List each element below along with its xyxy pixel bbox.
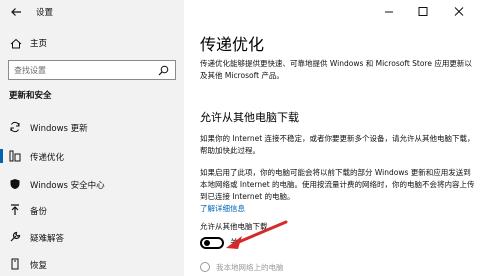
learn-more-link[interactable]: 了解详细信息 <box>200 203 245 214</box>
home-nav-item[interactable]: 主页 <box>0 33 184 53</box>
sidebar-item-label: 备份 <box>30 207 48 217</box>
subheading: 允许从其他电脑下载 <box>200 111 299 124</box>
description-text: 如果你的 Internet 连接不稳定，或者你要更新多个设备，请允许从其他电脑下… <box>200 134 475 155</box>
main-content: 传递优化 传递优化能够提供更快速、可靠地提供 Windows 和 Microso… <box>184 0 480 276</box>
radio-label: 我本地网络上的电脑 <box>216 263 284 272</box>
title-bar: 设置 <box>0 0 184 24</box>
local-network-radio[interactable] <box>200 262 210 272</box>
sidebar-item-windows-security[interactable]: Windows 安全中心 <box>0 172 184 196</box>
sidebar-item-label: 疑难解答 <box>30 234 65 244</box>
back-arrow-icon[interactable] <box>10 6 22 18</box>
maximize-icon[interactable] <box>408 4 438 20</box>
sidebar-item-backup[interactable]: 备份 <box>0 198 184 222</box>
search-placeholder: 查找设置 <box>14 66 46 75</box>
sidebar-item-recovery[interactable]: 恢复 <box>0 252 184 276</box>
page-title: 传递优化 <box>200 35 265 54</box>
sidebar-item-label: 传递优化 <box>30 153 65 163</box>
minimize-icon[interactable] <box>374 4 404 20</box>
window-title: 设置 <box>36 8 54 18</box>
sidebar-item-troubleshoot[interactable]: 疑难解答 <box>0 225 184 249</box>
sidebar-item-label: 恢复 <box>30 261 48 271</box>
allow-downloads-toggle[interactable] <box>200 237 224 249</box>
delivery-optimization-icon <box>9 150 21 162</box>
toggle-label: 允许从其他电脑下载 <box>200 222 268 231</box>
toggle-knob <box>204 240 210 246</box>
toggle-state: 关 <box>230 238 238 247</box>
intro-text: 传递优化能够提供更快速、可靠地提供 Windows 和 Microsoft St… <box>200 59 472 80</box>
wrench-icon <box>10 231 21 242</box>
home-icon <box>10 38 22 49</box>
home-label: 主页 <box>30 39 48 49</box>
sidebar-item-label: Windows 更新 <box>30 124 88 134</box>
sidebar-item-windows-update[interactable]: Windows 更新 <box>0 115 184 139</box>
details-text: 如果启用了此项，你的电脑可能会将以前下载的部分 Windows 更新和应用发送到… <box>200 168 475 201</box>
sidebar-item-label: Windows 安全中心 <box>30 181 105 191</box>
sidebar-item-delivery-optimization[interactable]: 传递优化 <box>0 144 184 168</box>
window-controls <box>360 0 480 24</box>
sync-icon <box>10 121 20 133</box>
section-title: 更新和安全 <box>9 91 52 101</box>
search-icon[interactable] <box>158 65 169 76</box>
recovery-icon <box>11 258 19 270</box>
shield-icon <box>10 179 20 189</box>
sidebar: 设置 主页 查找设置 更新和安全 Windows 更新 传递优化 Windows… <box>0 0 184 276</box>
search-input[interactable]: 查找设置 <box>8 60 176 80</box>
backup-icon <box>11 204 19 215</box>
close-icon[interactable] <box>444 4 474 20</box>
